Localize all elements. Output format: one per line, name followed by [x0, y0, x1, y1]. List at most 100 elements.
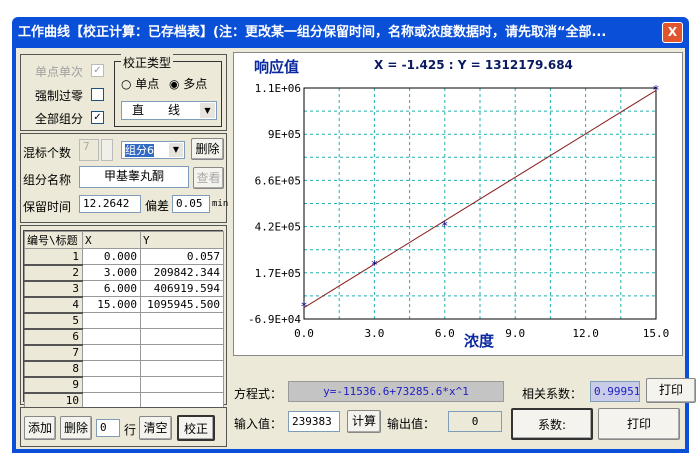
coefficient-button[interactable]: 系数: — [511, 408, 593, 440]
chevron-down-icon: ▼ — [200, 103, 215, 118]
row-index-cell[interactable]: 4 — [24, 296, 83, 314]
table-row[interactable]: 3 6.000 406919.594 — [24, 280, 224, 298]
table-row[interactable]: 2 3.000 209842.344 — [24, 264, 224, 282]
x-cell[interactable] — [82, 328, 141, 345]
y-tick-label: 9E+05 — [268, 128, 301, 141]
radio-single-label: 单点 — [135, 77, 160, 91]
output-value-field: 0 — [448, 411, 502, 432]
y-tick-label: -6.9E+04 — [248, 313, 301, 326]
row-index-cell[interactable]: 7 — [24, 344, 83, 362]
input-value-label: 输入值： — [234, 417, 283, 431]
add-button[interactable]: 添加 — [24, 416, 56, 440]
row-index-cell[interactable]: 6 — [24, 328, 83, 346]
chart-panel: 响应值 X = -1.425 : Y = 1312179.684 0.0 3.0 6… — [233, 52, 683, 356]
x-cell[interactable]: 15.000 — [82, 296, 141, 313]
y-tick-label: 1.7E+05 — [255, 267, 301, 280]
mix-count-label: 混标个数 — [23, 146, 72, 160]
chevron-down-icon: ▼ — [169, 143, 183, 157]
correlation-field: 0.999517 — [590, 381, 640, 402]
force-zero-checkbox[interactable] — [91, 88, 104, 101]
output-value-label: 输出值： — [387, 417, 436, 431]
row-index-cell[interactable]: 1 — [24, 248, 83, 266]
table-row[interactable]: 6 — [24, 328, 224, 346]
col-header-x[interactable]: X — [82, 231, 141, 249]
row-index-cell[interactable]: 3 — [24, 280, 83, 298]
y-cell[interactable]: 209842.344 — [140, 264, 224, 281]
y-cell[interactable] — [140, 376, 224, 393]
component-select[interactable]: 组分6 ▼ — [121, 141, 185, 159]
window-title: 工作曲线【校正计算：已存档表】(注：更改某一组分保留时间，名称或浓度数据时，请先… — [18, 25, 607, 40]
y-tick-label: 6.6E+05 — [255, 174, 301, 187]
delete-component-button[interactable]: 删除 — [191, 138, 224, 160]
deviation-input[interactable]: 0.05 — [172, 195, 210, 213]
table-row[interactable]: 1 0.000 0.057 — [24, 248, 224, 266]
component-name-label: 组分名称 — [23, 173, 72, 187]
x-cell[interactable]: 0.000 — [82, 248, 141, 265]
equation-field: y=-11536.6+73285.6*x^1 — [288, 381, 504, 402]
x-tick-label: 3.0 — [364, 327, 384, 340]
table-row[interactable]: 8 — [24, 360, 224, 378]
row-label: 行 — [124, 423, 137, 437]
row-index-cell[interactable]: 2 — [24, 264, 83, 282]
radio-multi[interactable]: ◉ 多点 — [169, 75, 207, 92]
input-value-field[interactable]: 239383 — [288, 411, 340, 432]
x-cell[interactable] — [82, 360, 141, 377]
row-index-cell[interactable]: 9 — [24, 376, 83, 394]
mix-count-input[interactable]: 7 — [79, 139, 99, 161]
x-cell[interactable] — [82, 344, 141, 361]
x-cell[interactable] — [82, 376, 141, 393]
row-index-cell[interactable]: 8 — [24, 360, 83, 378]
y-cell[interactable]: 406919.594 — [140, 280, 224, 297]
equation-label: 方程式： — [234, 387, 283, 401]
close-button[interactable]: X — [662, 22, 683, 43]
y-cell[interactable]: 1095945.500 — [140, 296, 224, 313]
data-point: * — [371, 258, 377, 272]
data-point: * — [301, 299, 307, 313]
single-point-label: 单点单次 — [35, 65, 84, 79]
y-cell[interactable] — [140, 312, 224, 329]
col-header-y[interactable]: Y — [140, 231, 224, 249]
x-cell[interactable]: 3.000 — [82, 264, 141, 281]
calculate-button[interactable]: 计算 — [347, 410, 381, 433]
curve-type-select[interactable]: 直 线 ▼ — [121, 101, 217, 120]
radio-single[interactable]: ○ 单点 — [121, 75, 159, 92]
component-value: 组分6 — [125, 144, 154, 157]
table-row[interactable]: 5 — [24, 312, 224, 330]
options-panel: 单点单次 ✓ 强制过零 全部组分 ✓ 校正类型 ○ 单点 ◉ 多点 直 线 ▼ — [20, 54, 227, 131]
component-name-input[interactable]: 甲基睾丸酮 — [79, 166, 189, 188]
x-axis-title: 浓度 — [464, 332, 495, 350]
x-tick-label: 0.0 — [294, 327, 314, 340]
y-cell[interactable] — [140, 344, 224, 361]
retention-time-label: 保留时间 — [23, 200, 72, 214]
dialog-window: 工作曲线【校正计算：已存档表】(注：更改某一组分保留时间，名称或浓度数据时，请先… — [12, 17, 696, 453]
table-row[interactable]: 4 15.000 1095945.500 — [24, 296, 224, 314]
retention-time-input[interactable]: 12.2642 — [79, 195, 141, 213]
table-row[interactable]: 7 — [24, 344, 224, 362]
view-button[interactable]: 查看 — [193, 167, 224, 189]
single-point-checkbox[interactable]: ✓ — [91, 64, 104, 77]
row-index-cell[interactable]: 5 — [24, 312, 83, 330]
clear-button[interactable]: 清空 — [139, 416, 172, 440]
y-cell[interactable] — [140, 328, 224, 345]
y-cell[interactable]: 0.057 — [140, 248, 224, 265]
x-cell[interactable] — [82, 312, 141, 329]
x-tick-label: 9.0 — [505, 327, 525, 340]
print-coefficient-button[interactable]: 打印 — [598, 408, 680, 440]
mix-count-spinner[interactable] — [101, 139, 113, 161]
col-header-index[interactable]: 编号\标题 — [24, 231, 83, 249]
y-tick-label: 4.2E+05 — [255, 221, 301, 234]
row-input[interactable]: 0 — [96, 419, 120, 437]
y-cell[interactable] — [140, 360, 224, 377]
curve-type-value: 直 线 — [132, 103, 181, 117]
data-grid[interactable]: 编号\标题 X Y 1 0.000 0.057 2 3.000 209842.344 3 6.… — [23, 230, 224, 410]
calib-type-group: 校正类型 ○ 单点 ◉ 多点 直 线 ▼ — [114, 54, 222, 127]
print-button[interactable]: 打印 — [646, 378, 696, 403]
calibration-chart[interactable]: 0.0 3.0 6.0 9.0 12.0 15.0 -6.9E+04 1.7E+05 4.2E+… — [234, 53, 684, 357]
calibrate-button[interactable]: 校正 — [177, 415, 215, 441]
deviation-label: 偏差 — [145, 199, 170, 213]
x-cell[interactable]: 6.000 — [82, 280, 141, 297]
all-components-checkbox[interactable]: ✓ — [91, 111, 104, 124]
data-table-panel: 编号\标题 X Y 1 0.000 0.057 2 3.000 209842.344 3 6.… — [20, 225, 227, 410]
table-row[interactable]: 9 — [24, 376, 224, 394]
delete-row-button[interactable]: 删除 — [60, 416, 92, 440]
